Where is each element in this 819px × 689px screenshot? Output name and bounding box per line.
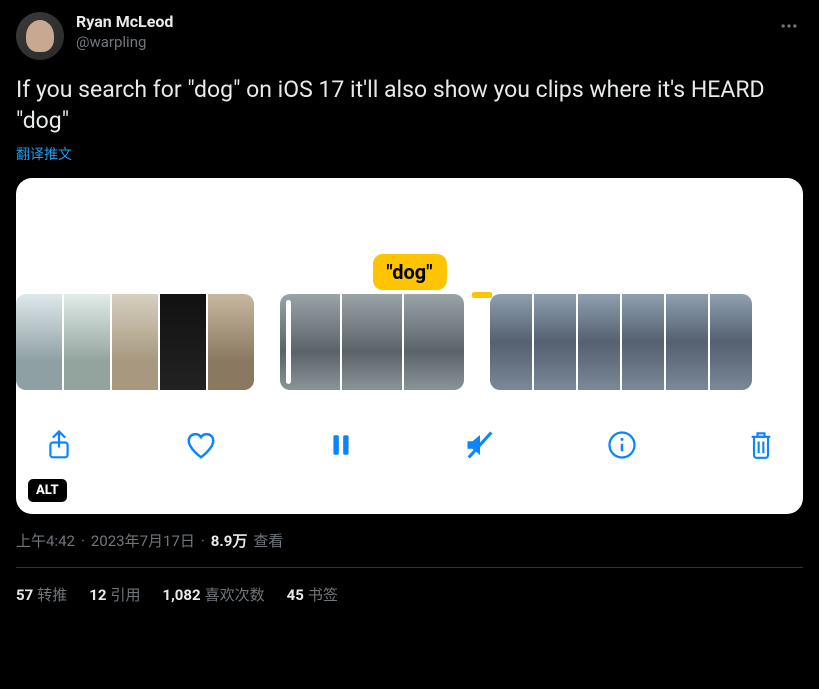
video-thumbnail — [16, 294, 62, 390]
tweet-header: Ryan McLeod @warpling — [16, 12, 803, 60]
bookmark-stat[interactable]: 45书签 — [287, 584, 338, 605]
playhead[interactable] — [286, 300, 291, 384]
like-stat[interactable]: 1,082 喜欢次数 — [162, 584, 264, 605]
video-thumbnail — [160, 294, 206, 390]
video-thumbnail — [208, 294, 254, 390]
video-scrubber[interactable] — [16, 294, 803, 390]
retweet-label: 转推 — [37, 586, 67, 604]
video-thumbnail — [710, 294, 752, 390]
tweet-text: If you search for "dog" on iOS 17 it'll … — [16, 74, 803, 136]
clip-group-active[interactable] — [280, 294, 464, 390]
like-count: 1,082 — [162, 586, 200, 604]
mute-icon — [463, 430, 497, 460]
translate-link[interactable]: 翻译推文 — [16, 144, 72, 164]
clip-group[interactable] — [490, 294, 752, 390]
bookmark-count: 45 — [287, 586, 304, 604]
quote-label: 引用 — [110, 586, 140, 604]
tweet-time[interactable]: 上午4:42 — [16, 530, 75, 551]
tweet-date[interactable]: 2023年7月17日 — [91, 530, 195, 551]
search-term-marker — [472, 292, 492, 298]
heart-icon — [184, 430, 218, 460]
tweet-container: Ryan McLeod @warpling If you search for … — [0, 0, 819, 605]
video-thumbnail — [342, 294, 402, 390]
delete-button[interactable] — [747, 429, 775, 461]
meta-dot: · — [81, 532, 85, 550]
info-icon — [607, 430, 637, 460]
video-thumbnail — [534, 294, 576, 390]
view-count: 8.9万 — [211, 530, 248, 551]
author-names[interactable]: Ryan McLeod @warpling — [76, 12, 173, 52]
user-handle: @warpling — [76, 33, 173, 53]
quote-count: 12 — [89, 586, 106, 604]
bookmark-label: 书签 — [308, 586, 338, 604]
view-label: 查看 — [253, 530, 283, 551]
video-thumbnail — [64, 294, 110, 390]
mute-button[interactable] — [463, 430, 497, 460]
pause-icon — [328, 430, 354, 460]
retweet-stat[interactable]: 57转推 — [16, 584, 67, 605]
like-label: 喜欢次数 — [205, 586, 265, 604]
engagement-stats: 57转推 12引用 1,082 喜欢次数 45书签 — [16, 568, 803, 605]
more-options-button[interactable] — [775, 12, 803, 44]
display-name: Ryan McLeod — [76, 12, 173, 33]
video-thumbnail — [112, 294, 158, 390]
alt-text-badge[interactable]: ALT — [28, 479, 67, 502]
quote-stat[interactable]: 12引用 — [89, 584, 140, 605]
tweet-meta: 上午4:42 · 2023年7月17日 · 8.9万 查看 — [16, 530, 803, 551]
trash-icon — [747, 429, 775, 461]
clip-group[interactable] — [16, 294, 254, 390]
video-thumbnail — [404, 294, 464, 390]
video-thumbnail — [622, 294, 664, 390]
pause-button[interactable] — [328, 430, 354, 460]
media-top-area: "dog" — [16, 178, 803, 294]
avatar[interactable] — [16, 12, 64, 60]
video-thumbnail — [578, 294, 620, 390]
search-term-badge: "dog" — [372, 254, 446, 290]
media-toolbar — [16, 390, 803, 476]
like-button[interactable] — [184, 430, 218, 460]
video-thumbnail — [490, 294, 532, 390]
video-thumbnail — [666, 294, 708, 390]
share-icon — [44, 429, 74, 461]
ellipsis-icon — [779, 16, 799, 36]
retweet-count: 57 — [16, 586, 33, 604]
media-attachment[interactable]: "dog" — [16, 178, 803, 514]
info-button[interactable] — [607, 430, 637, 460]
meta-dot: · — [201, 532, 205, 550]
share-button[interactable] — [44, 429, 74, 461]
